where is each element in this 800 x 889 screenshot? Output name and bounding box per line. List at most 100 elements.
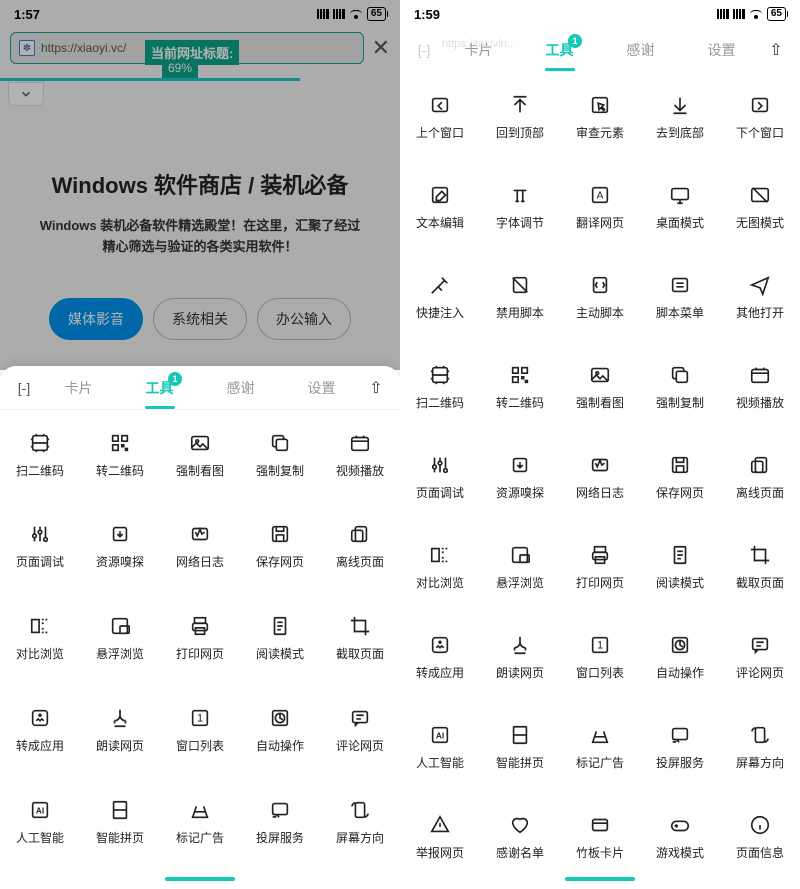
tool-item[interactable]: 截取页面 [320,594,400,684]
tool-item[interactable]: 页面调试 [400,432,480,522]
tool-item[interactable]: 投屏服务 [240,777,320,867]
tool-label: 强制复制 [656,394,704,411]
tool-item[interactable]: 回到顶部 [480,72,560,162]
tool-item[interactable]: 竹板卡片 [560,792,640,869]
tool-item[interactable]: 游戏模式 [640,792,720,869]
tool-item[interactable]: 网络日志 [160,502,240,592]
tool-item[interactable]: 屏幕方向 [320,777,400,867]
tool-label: 截取页面 [336,645,384,662]
tool-item[interactable]: 标记广告 [160,777,240,867]
tool-item[interactable]: 转二维码 [480,342,560,432]
tab-thanks[interactable]: 感谢 [604,30,677,70]
tool-item[interactable]: 强制看图 [160,410,240,500]
tool-item[interactable]: 悬浮浏览 [80,594,160,684]
tool-item[interactable]: 无图模式 [720,162,800,252]
tool-item[interactable]: 下个窗口 [720,72,800,162]
tab-tools[interactable]: 工具 1 [123,368,196,408]
expand-up-icon[interactable]: ⇧ [366,378,386,398]
tool-item[interactable]: 人工智能 [0,777,80,867]
tool-label: 离线页面 [736,484,784,501]
tool-item[interactable]: 对比浏览 [400,522,480,612]
tab-settings[interactable]: 设置 [685,30,758,70]
tool-item[interactable]: 窗口列表 [160,685,240,775]
tool-item[interactable]: 离线页面 [320,502,400,592]
tool-item[interactable]: 自动操作 [640,612,720,702]
tool-item[interactable]: 屏幕方向 [720,702,800,792]
tool-item[interactable]: 去到底部 [640,72,720,162]
join-icon [509,724,531,746]
tool-item[interactable]: 强制复制 [640,342,720,432]
tool-item[interactable]: 桌面模式 [640,162,720,252]
tool-item[interactable]: 视频播放 [720,342,800,432]
tool-item[interactable]: 打印网页 [560,522,640,612]
tool-item[interactable]: 资源嗅探 [480,432,560,522]
tool-item[interactable]: 强制复制 [240,410,320,500]
tool-item[interactable]: 评论网页 [320,685,400,775]
tool-item[interactable]: 转成应用 [0,685,80,775]
tool-item[interactable]: 自动操作 [240,685,320,775]
pill-system[interactable]: 系统相关 [153,298,247,340]
tool-item[interactable]: 阅读模式 [640,522,720,612]
tool-item[interactable]: 页面信息 [720,792,800,869]
tool-item[interactable]: 智能拼页 [80,777,160,867]
tab-settings[interactable]: 设置 [285,368,358,408]
tool-item[interactable]: 窗口列表 [560,612,640,702]
tool-item[interactable]: 保存网页 [240,502,320,592]
tool-item[interactable]: 字体调节 [480,162,560,252]
tool-item[interactable]: 扫二维码 [0,410,80,500]
tool-item[interactable]: 评论网页 [720,612,800,702]
tool-item[interactable]: 智能拼页 [480,702,560,792]
offline-icon [749,454,771,476]
tool-item[interactable]: 阅读模式 [240,594,320,684]
tool-item[interactable]: 文本编辑 [400,162,480,252]
chevron-down-icon[interactable] [8,82,44,106]
tool-item[interactable]: 页面调试 [0,502,80,592]
tool-item[interactable]: 保存网页 [640,432,720,522]
tool-item[interactable]: 截取页面 [720,522,800,612]
tool-item[interactable]: 上个窗口 [400,72,480,162]
tool-item[interactable]: 翻译网页 [560,162,640,252]
tool-item[interactable]: 悬浮浏览 [480,522,560,612]
tool-item[interactable]: 离线页面 [720,432,800,522]
tool-item[interactable]: 感谢名单 [480,792,560,869]
drag-handle[interactable] [0,869,400,889]
sheet-tabs: [-] 卡片 工具 1 感谢 设置 ⇧ [0,366,400,410]
tool-item[interactable]: 举报网页 [400,792,480,869]
drag-handle[interactable] [400,869,800,889]
tool-item[interactable]: 主动脚本 [560,252,640,342]
tool-item[interactable]: 资源嗅探 [80,502,160,592]
tool-item[interactable]: 人工智能 [400,702,480,792]
collapse-icon[interactable]: [-] [14,380,34,396]
tool-item[interactable]: 扫二维码 [400,342,480,432]
tool-item[interactable]: 朗读网页 [80,685,160,775]
tool-item[interactable]: 转成应用 [400,612,480,702]
tool-label: 转二维码 [96,462,144,479]
tool-item[interactable]: 对比浏览 [0,594,80,684]
tool-item[interactable]: 快捷注入 [400,252,480,342]
tool-item[interactable]: 标记广告 [560,702,640,792]
tool-item[interactable]: 转二维码 [80,410,160,500]
tool-item[interactable]: 朗读网页 [480,612,560,702]
tool-label: 阅读模式 [256,645,304,662]
pill-office[interactable]: 办公输入 [257,298,351,340]
tool-item[interactable]: 审查元素 [560,72,640,162]
close-icon[interactable]: ✕ [372,35,390,61]
status-bar: 1:59 65 [400,0,800,28]
collapse-icon[interactable]: [-] [414,42,434,58]
tab-thanks[interactable]: 感谢 [204,368,277,408]
tool-item[interactable]: 禁用脚本 [480,252,560,342]
tool-item[interactable]: 强制看图 [560,342,640,432]
tool-item[interactable]: 脚本菜单 [640,252,720,342]
tab-card[interactable]: 卡片 [42,368,115,408]
tool-item[interactable]: 视频播放 [320,410,400,500]
tool-item[interactable]: 其他打开 [720,252,800,342]
tab-card[interactable]: 卡片 [442,30,515,70]
tab-tools[interactable]: 工具 1 [523,30,596,70]
mark-icon [189,799,211,821]
tool-label: 游戏模式 [656,844,704,861]
expand-up-icon[interactable]: ⇧ [766,40,786,60]
tool-item[interactable]: 网络日志 [560,432,640,522]
pill-media[interactable]: 媒体影音 [49,298,143,340]
tool-item[interactable]: 投屏服务 [640,702,720,792]
tool-item[interactable]: 打印网页 [160,594,240,684]
